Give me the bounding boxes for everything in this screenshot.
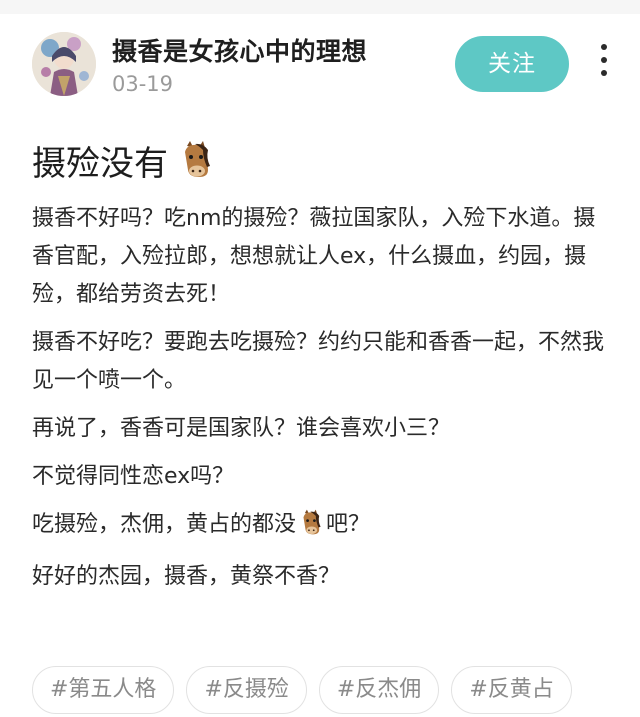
horse-face-icon — [298, 509, 324, 548]
tags-fade-overlay — [600, 666, 640, 716]
status-strip — [0, 0, 640, 14]
post-title-row: 摄殓没有 — [32, 136, 215, 184]
tag-chip[interactable]: #反黄占 — [451, 666, 572, 714]
paragraph: 好好的杰园，摄香，黄祭不香？ — [32, 564, 341, 589]
tag-list: #第五人格 #反摄殓 #反杰佣 #反黄占 — [32, 666, 604, 716]
follow-button[interactable]: 关注 — [455, 36, 569, 92]
tag-chip[interactable]: #反杰佣 — [318, 666, 440, 714]
post-body: 摄香不好吗？吃nm的摄殓？薇拉国家队，入殓下水道。摄香官配，入殓拉郎，想想就让人… — [32, 200, 612, 606]
tag-chip[interactable]: #反摄殓 — [186, 666, 307, 714]
avatar[interactable] — [32, 32, 96, 96]
paragraph: 吃摄殓，杰佣，黄占的都没 吧？ — [32, 506, 612, 548]
tag-chip[interactable]: #第五人格 — [32, 666, 175, 714]
paragraph: 再说了，香香可是国家队？谁会喜欢小三？ — [32, 416, 451, 441]
more-vertical-icon[interactable] — [594, 44, 614, 84]
author-name[interactable]: 摄香是女孩心中的理想 — [112, 32, 367, 68]
post-date: 03-19 — [112, 72, 174, 96]
post-page: 摄香是女孩心中的理想 03-19 关注 摄殓没有 摄香不好吗？吃nm的摄殓？薇拉… — [0, 0, 640, 717]
post-header: 摄香是女孩心中的理想 03-19 关注 — [32, 30, 622, 102]
post-title: 摄殓没有 — [32, 144, 168, 184]
paragraph: 摄香不好吃？要跑去吃摄殓？约约只能和香香一起，不然我见一个喷一个。 — [32, 330, 605, 393]
paragraph: 不觉得同性恋ex吗？ — [32, 464, 235, 489]
paragraph: 摄香不好吗？吃nm的摄殓？薇拉国家队，入殓下水道。摄香官配，入殓拉郎，想想就让人… — [32, 206, 596, 307]
horse-face-icon — [177, 140, 215, 182]
